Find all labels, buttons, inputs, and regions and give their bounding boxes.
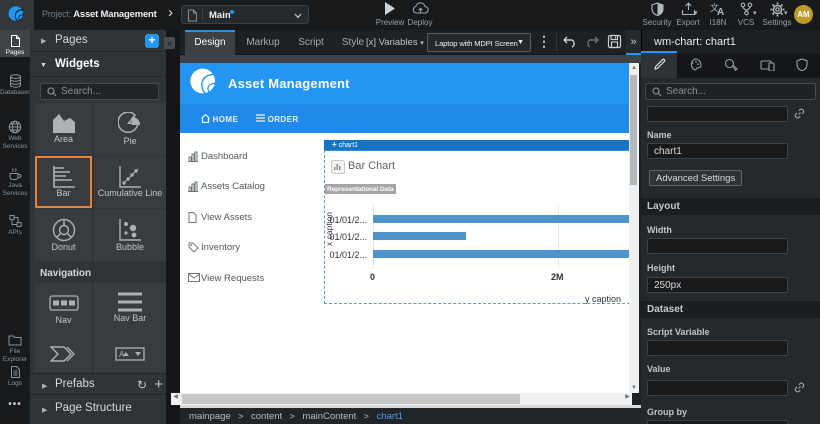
svg-text:A: A — [119, 350, 125, 359]
svg-text:A: A — [717, 7, 724, 16]
